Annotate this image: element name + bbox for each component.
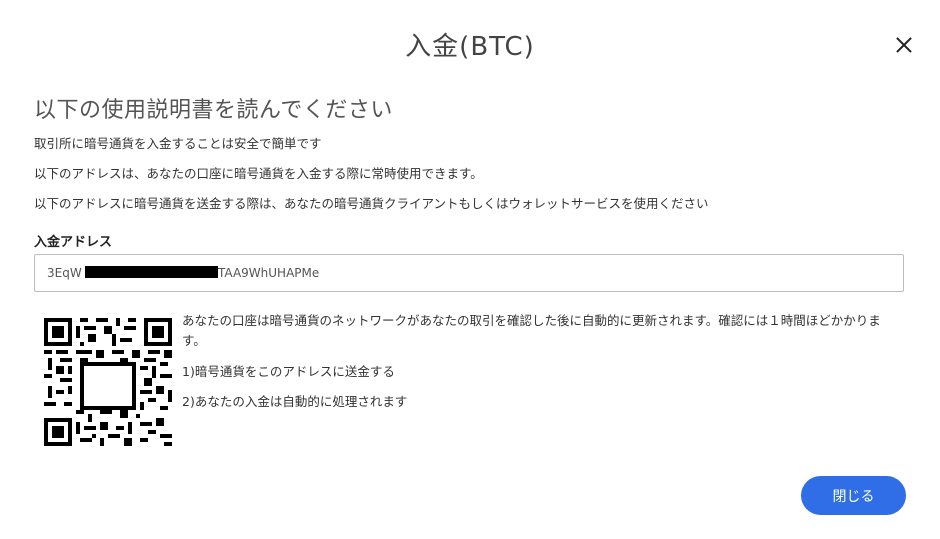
close-button[interactable]: 閉じる <box>801 476 906 515</box>
qr-code-image <box>44 318 172 446</box>
instruction-text: 以下のアドレスは、あなたの口座に暗号通貨を入金する際に常時使用できます。 <box>34 166 483 181</box>
step-2-text: 2)あなたの入金は自動的に処理されます <box>182 394 408 409</box>
info-text: あなたの口座は暗号通貨のネットワークがあなたの取引を確認した後に自動的に更新され… <box>182 313 881 348</box>
deposit-address-label: 入金アドレス <box>34 235 113 250</box>
redaction-bar <box>85 266 218 278</box>
address-suffix: TAA9WhUHAPMe <box>218 266 320 280</box>
info-section: あなたの口座は暗号通貨のネットワークがあなたの取引を確認した後に自動的に更新され… <box>182 311 902 409</box>
close-icon[interactable] <box>893 34 915 56</box>
deposit-address-field[interactable]: 3EqW TAA9WhUHAPMe <box>34 254 904 292</box>
address-prefix: 3EqW <box>47 266 82 280</box>
instruction-text: 取引所に暗号通貨を入金することは安全で簡単です <box>34 136 322 151</box>
modal-title: 入金(BTC) <box>405 32 535 62</box>
step-1-text: 1)暗号通貨をこのアドレスに送金する <box>182 364 395 379</box>
instructions-heading: 以下の使用説明書を読んでください <box>34 98 393 123</box>
instruction-text: 以下のアドレスに暗号通貨を送金する際は、あなたの暗号通貨クライアントもしくはウォ… <box>34 196 709 211</box>
